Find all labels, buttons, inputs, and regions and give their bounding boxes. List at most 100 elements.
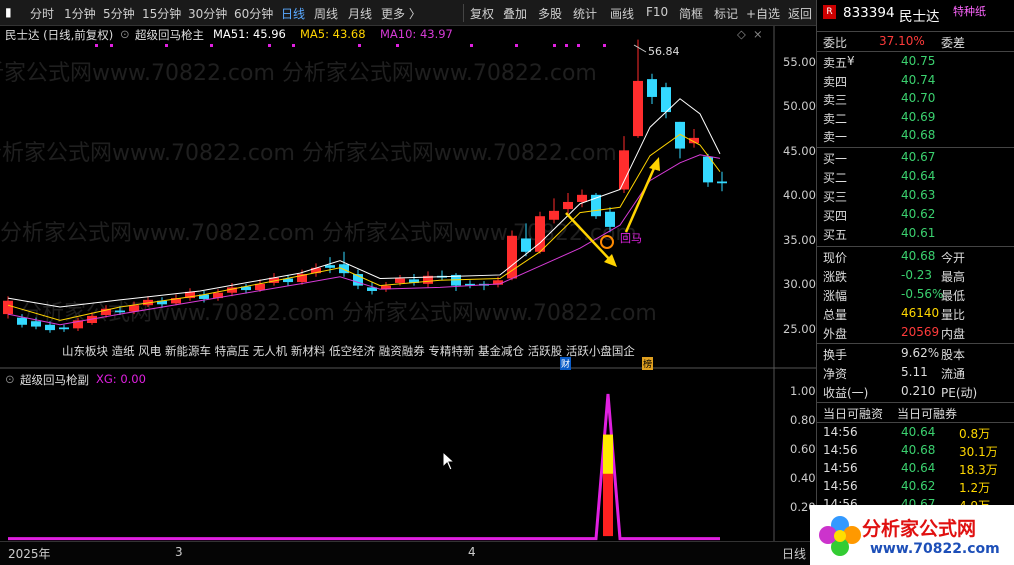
sub-tick: 1.00 xyxy=(790,384,816,398)
price-tick: 50.00 xyxy=(783,99,816,113)
bid-price: 40.61 xyxy=(901,226,936,240)
candle-body xyxy=(45,324,55,331)
stat2-row[interactable]: 收益(一) 0.210 PE(动) xyxy=(817,382,1014,401)
tick-time: 14:56 xyxy=(823,461,858,475)
tick-row[interactable]: 14:56 40.64 18.3万 xyxy=(817,459,1014,478)
ask-row[interactable]: 卖四 40.74 xyxy=(817,71,1014,90)
stat-row[interactable]: 外盘 20569 内盘 xyxy=(817,323,1014,342)
stat-label: 总量 xyxy=(823,308,848,322)
sub-dropdown-icon[interactable]: ⊙ xyxy=(5,372,15,386)
stat-label: 涨跌 xyxy=(823,270,848,284)
ask-label: 卖一 xyxy=(823,130,848,144)
ask-yen: ¥ xyxy=(847,54,855,68)
signal-dot xyxy=(95,44,98,47)
date-start: 2025年 xyxy=(8,547,51,561)
stats2-block: 换手 9.62% 股本 净资 5.11 流通 收益(一) 0.210 PE(动) xyxy=(817,343,1014,401)
bid-price: 40.63 xyxy=(901,188,936,202)
finance-marker[interactable]: 财 xyxy=(560,357,572,370)
sub-tick: 0.80 xyxy=(790,413,816,427)
ask-price: 40.68 xyxy=(901,128,936,142)
candle-body xyxy=(605,211,615,227)
ask-label: 卖二 xyxy=(823,111,848,126)
stat-row[interactable]: 涨跌 -0.23 最高 xyxy=(817,266,1014,285)
ask-row[interactable]: 卖三 40.70 xyxy=(817,89,1014,108)
stat-label2: 内盘 xyxy=(941,327,966,341)
stat-label: 涨幅 xyxy=(823,289,848,303)
tick-row[interactable]: 14:56 40.64 0.8万 xyxy=(817,423,1014,442)
price-tick: 30.00 xyxy=(783,277,816,291)
bid-row[interactable]: 买五 40.61 xyxy=(817,224,1014,243)
candle-body xyxy=(563,201,573,210)
ask-book: 卖五 ¥40.75 卖四 40.74 卖三 40.70 卖二 40.69 卖一 40.68 xyxy=(817,51,1014,146)
sub-tick: 0.60 xyxy=(790,442,816,456)
candle-body xyxy=(17,317,27,325)
tick-volume: 1.2万 xyxy=(959,481,991,495)
candle-body xyxy=(633,80,643,137)
ask-row[interactable]: 卖一 40.68 xyxy=(817,126,1014,145)
weicha-label: 委差 xyxy=(941,36,966,50)
price-tick: 40.00 xyxy=(783,188,816,202)
tick-row[interactable]: 14:56 40.62 1.2万 xyxy=(817,477,1014,496)
bid-row[interactable]: 买一 40.67 xyxy=(817,148,1014,167)
bid-row[interactable]: 买二 40.64 xyxy=(817,167,1014,186)
stat-value: -0.56% xyxy=(901,287,944,301)
signal-dot xyxy=(603,44,606,47)
candle-body xyxy=(689,137,699,144)
candle-body xyxy=(59,327,69,330)
tick-price: 40.64 xyxy=(901,461,936,475)
candle-body xyxy=(535,216,545,252)
tick-list[interactable]: 14:56 40.64 0.8万 14:56 40.68 30.1万 14:56 40.64 1… xyxy=(817,422,1014,512)
stat-row[interactable]: 现价 40.68 今开 xyxy=(817,247,1014,266)
tick-volume: 18.3万 xyxy=(959,463,998,477)
stat2-row[interactable]: 换手 9.62% 股本 xyxy=(817,344,1014,363)
stat-label2: 量比 xyxy=(941,308,966,322)
tick-row[interactable]: 14:56 40.68 30.1万 xyxy=(817,441,1014,460)
watermark: 分析家公式网www.70822.com 分析家公式网www.70822.com xyxy=(0,61,597,86)
kline-chart[interactable]: 分析家公式网www.70822.com 分析家公式网www.70822.com 分… xyxy=(0,0,816,565)
candle-body xyxy=(521,238,531,252)
candle-body xyxy=(3,300,13,315)
xg-bar-yellow xyxy=(603,434,613,474)
signal-dot xyxy=(110,44,113,47)
webi-label: 委比 xyxy=(823,36,848,50)
candle-body xyxy=(717,181,727,184)
date-march: 3 xyxy=(175,545,183,559)
bid-price: 40.64 xyxy=(901,169,936,183)
stat-label2: 最高 xyxy=(941,270,966,284)
watermark: 分析家公式网www.70822.com 分析家公式网www.70822.com xyxy=(20,301,657,326)
candle-body xyxy=(549,210,559,220)
stat-row[interactable]: 总量 46140 量比 xyxy=(817,304,1014,323)
signal-dot xyxy=(358,44,361,47)
peak-price-label: 56.84 xyxy=(648,45,680,58)
stat-label2: 今开 xyxy=(941,251,966,265)
ask-row[interactable]: 卖二 40.69 xyxy=(817,108,1014,127)
stat-label2: 最低 xyxy=(941,289,966,303)
signal-dot xyxy=(470,44,473,47)
ask-label: 卖五 xyxy=(823,56,848,70)
bid-label: 买二 xyxy=(823,171,848,185)
sub-indicator-name[interactable]: 超级回马枪副 xyxy=(20,372,89,388)
sector-badge[interactable]: 特种纸 xyxy=(953,3,986,19)
bid-row[interactable]: 买三 40.63 xyxy=(817,186,1014,205)
period-indicator[interactable]: 日线 xyxy=(782,545,806,562)
ask-row[interactable]: 卖五 ¥40.75 xyxy=(817,52,1014,71)
site-logo: 分析家公式网 www.70822.com xyxy=(810,505,1014,565)
margin-finance[interactable]: 当日可融资 xyxy=(823,405,883,422)
price-tick: 35.00 xyxy=(783,233,816,247)
stat-value: 46140 xyxy=(901,306,940,320)
margin-lend[interactable]: 当日可融券 xyxy=(897,405,957,422)
rank-marker[interactable]: 榜 xyxy=(642,357,654,370)
stat2-value: 0.210 xyxy=(901,384,936,398)
candle-body xyxy=(647,79,657,97)
bid-label: 买四 xyxy=(823,209,848,223)
stat2-row[interactable]: 净资 5.11 流通 xyxy=(817,363,1014,382)
stat-row[interactable]: 涨幅 -0.56% 最低 xyxy=(817,285,1014,304)
bid-label: 买一 xyxy=(823,152,848,166)
tick-volume: 30.1万 xyxy=(959,445,998,459)
bid-book: 买一 40.67 买二 40.64 买三 40.63 买四 40.62 买五 40.61 xyxy=(817,147,1014,245)
signal-arrowhead-up xyxy=(649,157,660,171)
stock-name: 民士达 xyxy=(899,9,940,25)
bid-row[interactable]: 买四 40.62 xyxy=(817,205,1014,224)
ask-price: 40.75 xyxy=(901,54,936,68)
stat-label: 现价 xyxy=(823,251,848,265)
